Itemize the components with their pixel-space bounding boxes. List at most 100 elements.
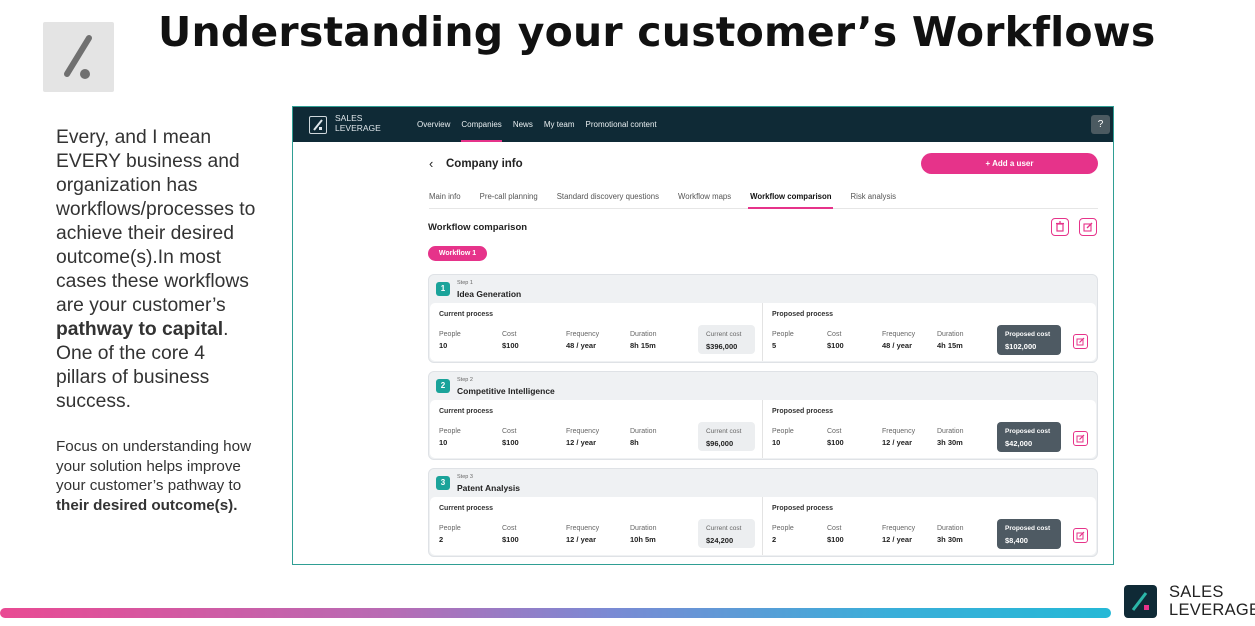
metric-value: 12 / year	[882, 535, 913, 544]
nav-links: Overview Companies News My team Promotio…	[417, 107, 657, 142]
edit-icon[interactable]	[1073, 528, 1088, 543]
metric-value: 48 / year	[566, 341, 597, 350]
tab-workflow-maps[interactable]: Workflow maps	[678, 187, 731, 208]
metric-label: People	[439, 331, 461, 338]
step-label: Step 3	[457, 474, 473, 480]
trash-icon[interactable]	[1051, 218, 1069, 236]
step-comparison: Current process People 2 Cost $100 Frequen…	[430, 497, 1096, 555]
footer-logo-line1: SALES	[1169, 583, 1224, 601]
focus-paragraph: Focus on understanding how your solution…	[56, 437, 256, 515]
proposed-process-title: Proposed process	[772, 311, 834, 318]
back-chevron-icon[interactable]: ‹	[429, 156, 433, 171]
metric-value: $100	[827, 535, 844, 544]
proposed-process: Proposed process People 2 Cost $100 Freque…	[763, 497, 1096, 555]
company-tabs: Main info Pre-call planning Standard dis…	[429, 187, 1098, 209]
nav-companies[interactable]: Companies	[461, 107, 503, 142]
intro-text-a: Every, and I mean EVERY business and org…	[56, 127, 256, 316]
app-logo-line2: LEVERAGE	[335, 122, 381, 133]
metric-frequency: Frequency 12 / year	[882, 524, 915, 546]
metric-label: Frequency	[566, 428, 600, 435]
metric-value: 2	[439, 535, 444, 544]
help-icon[interactable]: ?	[1091, 115, 1110, 134]
metric-label: People	[772, 428, 794, 435]
metric-value: 4h 15m	[937, 341, 963, 350]
intro-paragraph: Every, and I mean EVERY business and org…	[56, 126, 256, 414]
metric-cost: Cost $100	[827, 427, 844, 449]
slide-logo-icon	[43, 22, 114, 92]
add-user-button[interactable]: + Add a user	[921, 153, 1098, 174]
metric-frequency: Frequency 12 / year	[566, 524, 599, 546]
footer-logo-icon	[1124, 585, 1157, 618]
app-logo-icon[interactable]	[309, 116, 327, 134]
proposed-process: Proposed process People 5 Cost $100 Freque…	[763, 303, 1096, 361]
metric-value: 3h 30m	[937, 438, 963, 447]
edit-icon[interactable]	[1073, 431, 1088, 446]
metric-value: 10	[772, 438, 781, 447]
nav-overview[interactable]: Overview	[417, 107, 450, 142]
metric-duration: Duration 10h 5m	[630, 524, 656, 546]
tab-workflow-comparison[interactable]: Workflow comparison	[748, 187, 834, 209]
tab-pre-call-planning[interactable]: Pre-call planning	[480, 187, 538, 208]
metric-people: People 10	[439, 330, 461, 352]
metric-label: Frequency	[566, 331, 600, 338]
app-screenshot: SALES LEVERAGE Overview Companies News M…	[292, 106, 1114, 565]
metric-value: $100	[502, 535, 519, 544]
metric-value: 10	[439, 341, 448, 350]
workflow-pill[interactable]: Workflow 1	[428, 246, 487, 261]
nav-news[interactable]: News	[513, 107, 533, 142]
metric-value: 10h 5m	[630, 535, 656, 544]
tab-risk-analysis[interactable]: Risk analysis	[850, 187, 896, 208]
metric-people: People 10	[772, 427, 794, 449]
metric-value: $42,000	[1005, 439, 1033, 448]
metric-label: Cost	[502, 331, 517, 338]
metric-frequency: Frequency 48 / year	[882, 330, 915, 352]
tab-standard-discovery-questions[interactable]: Standard discovery questions	[557, 187, 659, 208]
footer-gradient-bar	[0, 608, 1111, 618]
step-name: Competitive Intelligence	[457, 386, 555, 396]
metric-duration: Duration 8h 15m	[630, 330, 656, 352]
edit-icon[interactable]	[1073, 334, 1088, 349]
metric-duration: Duration 3h 30m	[937, 427, 963, 449]
metric-label: Duration	[937, 331, 964, 338]
metric-cost: Cost $100	[827, 524, 844, 546]
footer-logo-line2: LEVERAGE	[1169, 601, 1255, 619]
workflow-step-card: 3 Step 3 Patent Analysis Current process…	[428, 468, 1098, 557]
footer-logo-text: SALES LEVERAGE	[1169, 583, 1255, 619]
edit-icon[interactable]	[1079, 218, 1097, 236]
metric-label: Duration	[630, 428, 657, 435]
metric-duration: Duration 8h	[630, 427, 656, 449]
metric-label: Current cost	[706, 525, 742, 532]
focus-text-a: Focus on understanding how your solution…	[56, 438, 252, 494]
page-title: Company info	[446, 158, 523, 170]
metric-label: Cost	[502, 428, 517, 435]
metric-value: 8h 15m	[630, 341, 656, 350]
nav-my-team[interactable]: My team	[544, 107, 575, 142]
metric-label: Current cost	[706, 331, 742, 338]
current-process: Current process People 10 Cost $100 Freque…	[430, 303, 763, 361]
metric-value: 3h 30m	[937, 535, 963, 544]
metric-people: People 10	[439, 427, 461, 449]
metric-label: Frequency	[882, 331, 916, 338]
metric-label: Frequency	[566, 525, 600, 532]
step-number-badge: 3	[436, 476, 450, 490]
tab-main-info[interactable]: Main info	[429, 187, 461, 208]
proposed-process-title: Proposed process	[772, 505, 834, 512]
app-logo-text: SALES LEVERAGE	[335, 113, 381, 133]
proposed-process-title: Proposed process	[772, 408, 834, 415]
current-process: Current process People 10 Cost $100 Freque…	[430, 400, 763, 458]
step-name: Idea Generation	[457, 289, 522, 299]
current-cost-box: Current cost $96,000	[698, 422, 755, 451]
metric-value: $96,000	[706, 439, 734, 448]
metric-value: 12 / year	[882, 438, 913, 447]
step-label: Step 2	[457, 377, 473, 383]
metric-label: People	[439, 428, 461, 435]
metric-value: $396,000	[706, 342, 738, 351]
metric-frequency: Frequency 12 / year	[566, 427, 599, 449]
metric-label: Duration	[937, 428, 964, 435]
nav-promotional-content[interactable]: Promotional content	[586, 107, 657, 142]
metric-label: People	[439, 525, 461, 532]
metric-label: People	[772, 525, 794, 532]
metric-label: People	[772, 331, 794, 338]
metric-duration: Duration 3h 30m	[937, 524, 963, 546]
metric-label: Proposed cost	[1005, 525, 1051, 532]
